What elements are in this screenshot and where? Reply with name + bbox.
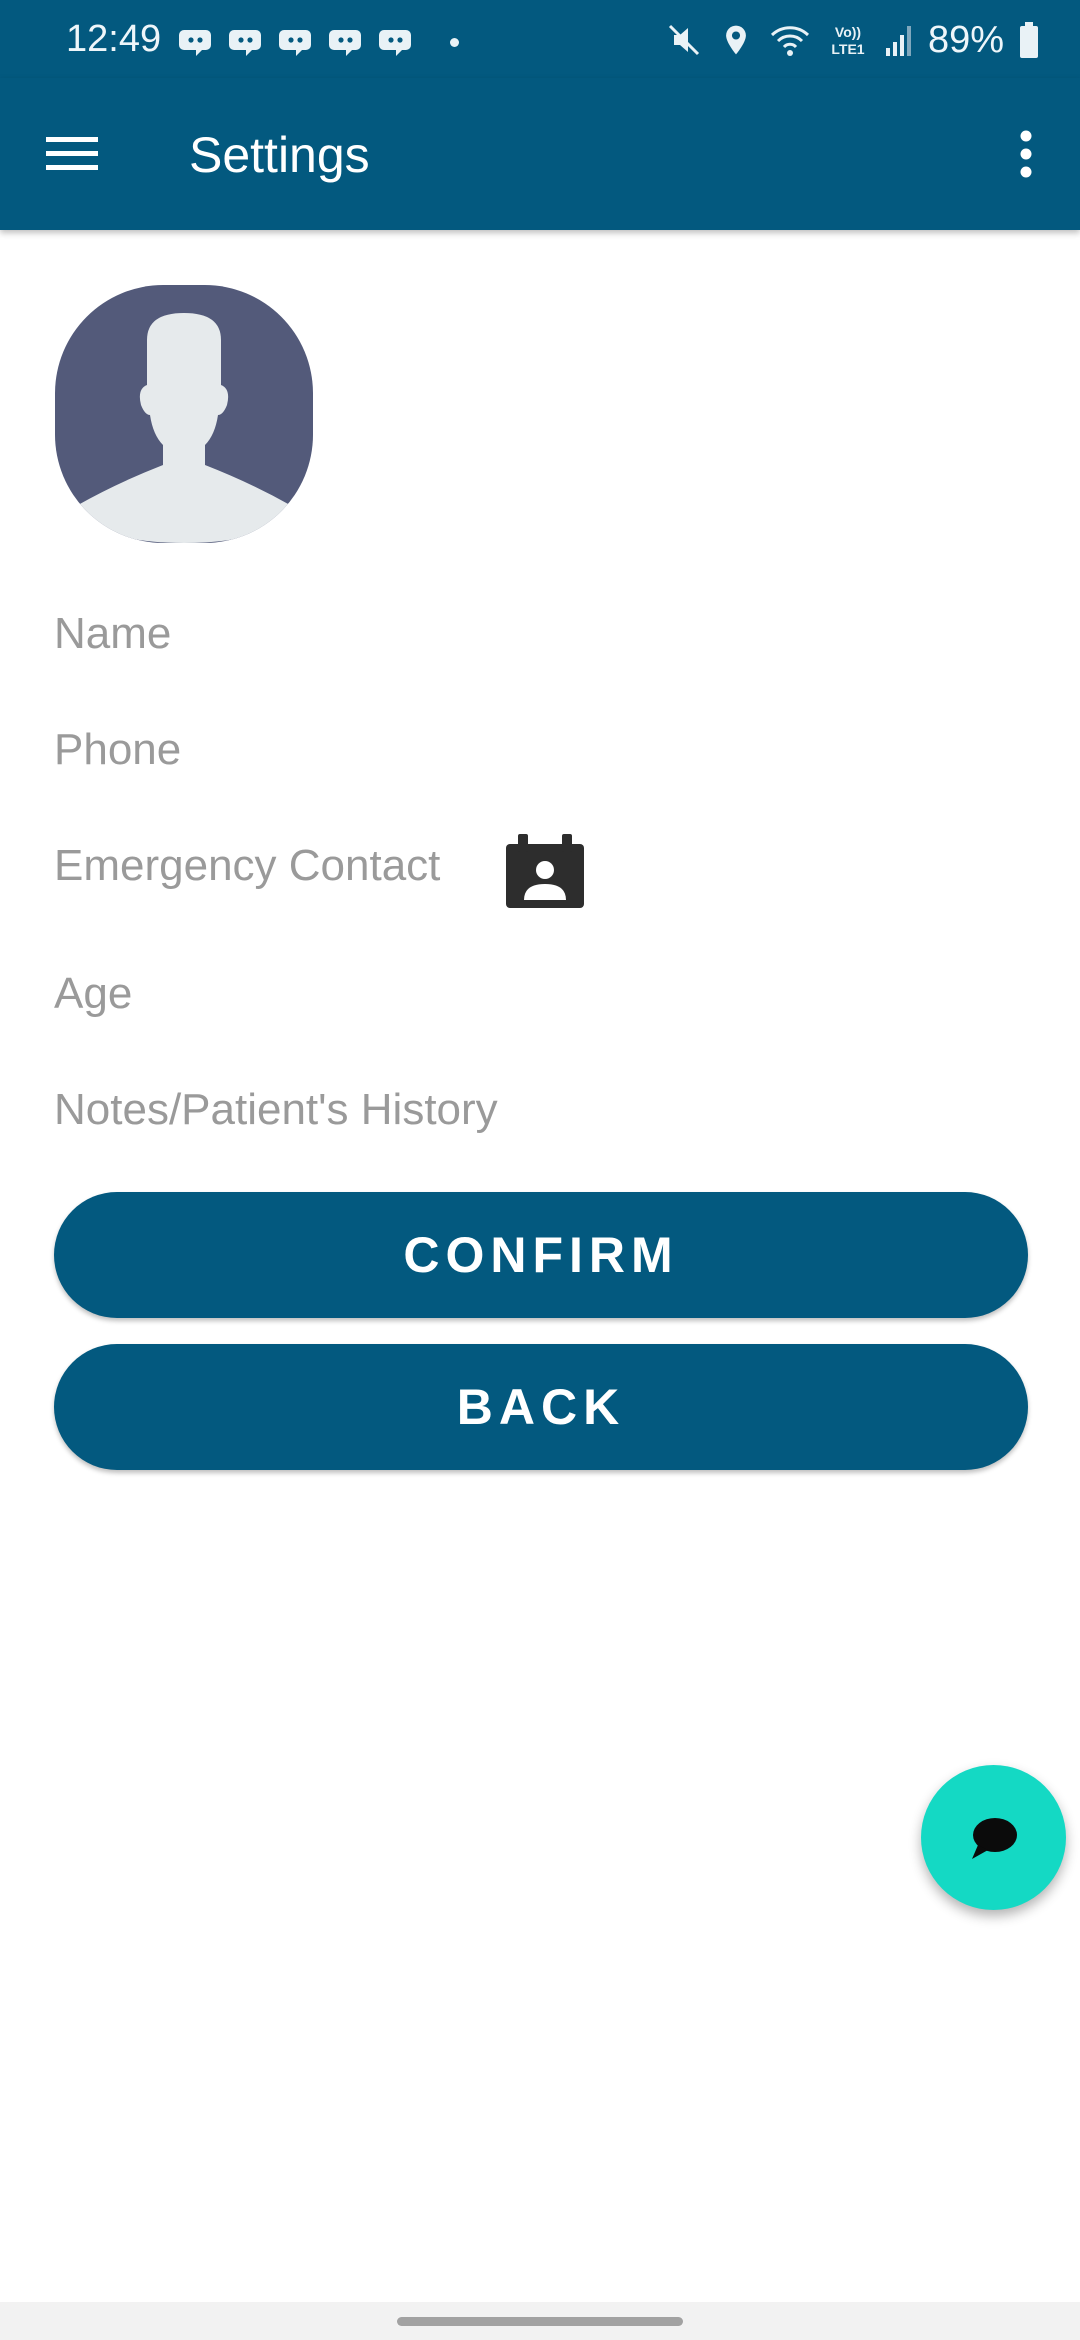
person-placeholder-icon [78,313,290,543]
signal-icon [885,26,911,56]
volte-icon: Vo)) LTE1 [831,24,864,57]
discord-icon [229,30,261,56]
discord-icon [179,30,211,56]
location-icon [726,25,746,55]
battery-percent: 89% [927,19,1004,61]
phone-field[interactable]: Phone [54,724,181,776]
status-time: 12:49 [66,18,162,60]
chat-fab[interactable] [921,1765,1066,1910]
wifi-icon [770,26,809,56]
contact-calendar-icon [506,834,584,908]
volte-bottom-text: LTE1 [831,41,864,57]
overflow-menu-button[interactable] [996,118,1056,190]
contact-picker-button[interactable] [504,834,586,910]
name-field[interactable]: Name [54,608,171,660]
hamburger-menu-icon [46,137,98,170]
menu-button[interactable] [36,118,108,190]
more-notifications-dot [450,37,459,47]
discord-icon [329,30,361,56]
battery-icon [1020,22,1038,58]
confirm-button[interactable]: CONFIRM [54,1192,1028,1318]
more-vert-icon [1020,130,1032,178]
page-title: Settings [189,127,370,183]
notification-icons [178,22,459,62]
profile-avatar[interactable] [55,285,313,543]
back-button[interactable]: BACK [54,1344,1028,1470]
discord-icon [379,30,411,56]
home-gesture-handle[interactable] [397,2317,683,2326]
volte-top-text: Vo)) [835,24,861,40]
status-icons: Vo)) LTE1 89% [664,18,1040,62]
mute-icon [668,24,699,56]
chat-bubble-icon [971,1817,1017,1859]
status-bar: 12:49 Vo)) LTE1 89% [0,0,1080,78]
notes-history-field[interactable]: Notes/Patient's History [54,1084,498,1136]
app-bar: Settings [0,78,1080,230]
system-nav-bar [0,2302,1080,2340]
emergency-contact-field[interactable]: Emergency Contact [54,840,440,892]
age-field[interactable]: Age [54,968,132,1020]
discord-icon [279,30,311,56]
